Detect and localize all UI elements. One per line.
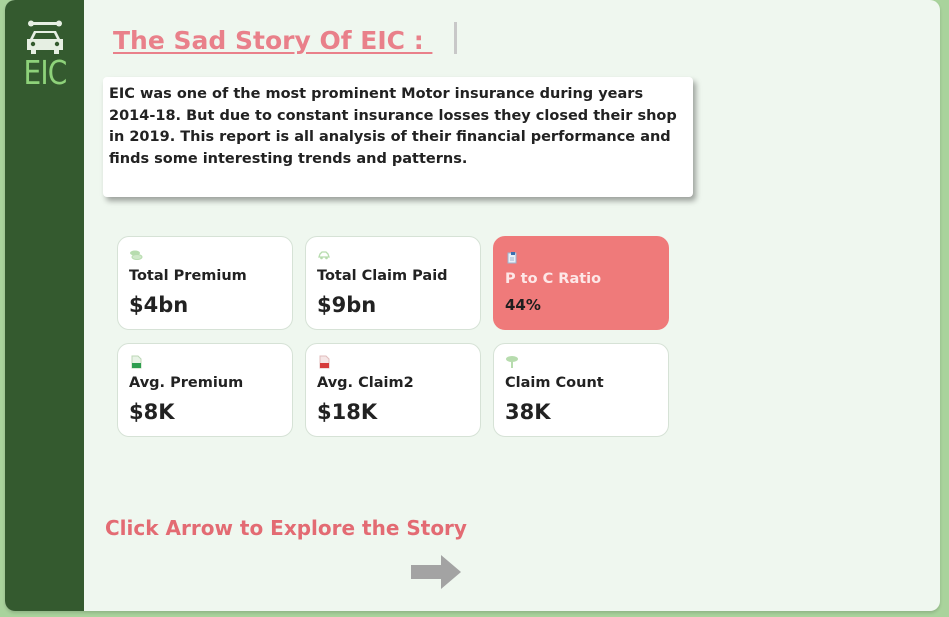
- card-p-to-c-ratio: P to C Ratio 44%: [493, 236, 669, 330]
- red-document-icon: [319, 355, 330, 369]
- report-page: EIC The Sad Story Of EIC : EIC was one o…: [5, 0, 940, 611]
- card-claim-count: Claim Count 38K: [493, 343, 669, 437]
- sidebar: EIC: [5, 0, 84, 611]
- card-value: $4bn: [129, 293, 189, 317]
- page-title: The Sad Story Of EIC :: [113, 26, 433, 55]
- tree-icon: [506, 356, 518, 368]
- card-label: Total Claim Paid: [317, 268, 448, 284]
- card-value: $18K: [317, 400, 378, 424]
- intro-text: EIC was one of the most prominent Motor …: [109, 86, 677, 167]
- card-value: 44%: [505, 296, 541, 314]
- card-label: Avg. Claim2: [317, 375, 414, 391]
- logo-text: EIC: [23, 53, 67, 92]
- car-wrench-icon: [27, 20, 63, 54]
- card-avg-premium: Avg. Premium $8K: [117, 343, 293, 437]
- card-label: Total Premium: [129, 268, 247, 284]
- intro-box: EIC was one of the most prominent Motor …: [103, 77, 693, 197]
- card-value: $9bn: [317, 293, 377, 317]
- card-value: $8K: [129, 400, 175, 424]
- card-label: Claim Count: [505, 375, 604, 391]
- card-label: Avg. Premium: [129, 375, 244, 391]
- green-document-icon: [131, 355, 142, 369]
- card-value: 38K: [505, 400, 551, 424]
- report-icon: [507, 252, 517, 264]
- explore-prompt: Click Arrow to Explore the Story: [105, 516, 467, 540]
- card-label: P to C Ratio: [505, 271, 602, 287]
- card-avg-claim: Avg. Claim2 $18K: [305, 343, 481, 437]
- arrow-right-icon[interactable]: [411, 555, 461, 589]
- title-divider: [454, 22, 457, 54]
- car-icon: [318, 251, 330, 260]
- card-total-claim-paid: Total Claim Paid $9bn: [305, 236, 481, 330]
- card-total-premium: Total Premium $4bn: [117, 236, 293, 330]
- logo: EIC: [19, 20, 71, 92]
- coins-icon: [130, 250, 143, 260]
